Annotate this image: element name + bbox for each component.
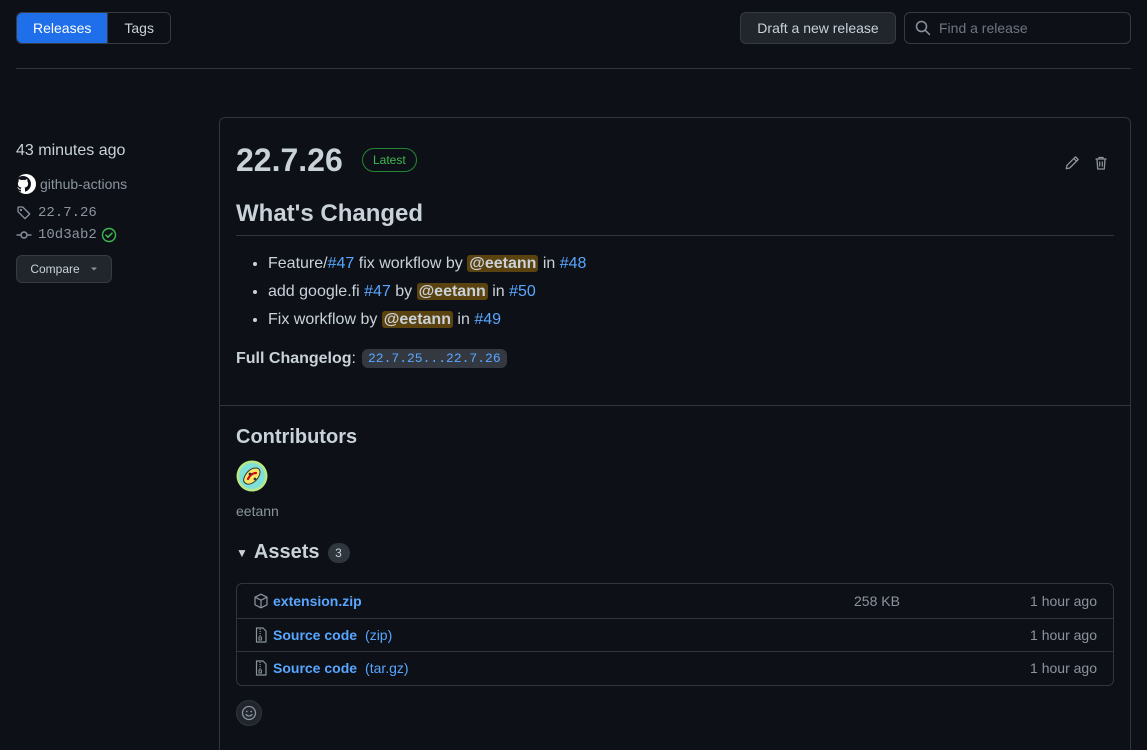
section-divider bbox=[220, 405, 1130, 406]
asset-format[interactable]: (zip) bbox=[365, 627, 392, 643]
full-changelog: Full Changelog: 22.7.25...22.7.26 bbox=[236, 349, 507, 368]
search-icon bbox=[915, 20, 931, 36]
top-divider bbox=[16, 68, 1131, 69]
contributor-name[interactable]: eetann bbox=[236, 503, 279, 519]
commit-sha: 10d3ab2 bbox=[38, 227, 97, 243]
release-title[interactable]: 22.7.26 bbox=[236, 142, 343, 179]
releases-tags-toggle: Releases Tags bbox=[16, 12, 171, 44]
changelog-colon: : bbox=[351, 349, 356, 367]
tab-releases[interactable]: Releases bbox=[17, 13, 108, 43]
asset-row: Source code (zip) 1 hour ago bbox=[237, 617, 1113, 652]
pr-link[interactable]: #48 bbox=[560, 255, 587, 272]
pr-link[interactable]: #50 bbox=[509, 283, 536, 300]
user-mention[interactable]: @eetann bbox=[381, 311, 453, 328]
assets-count-badge: 3 bbox=[327, 542, 350, 563]
asset-time: 1 hour ago bbox=[1030, 592, 1097, 609]
issue-link[interactable]: #47 bbox=[328, 255, 355, 272]
caret-down-icon bbox=[90, 267, 97, 271]
github-logo-icon bbox=[15, 176, 31, 192]
release-meta: 43 minutes ago github-actions 22.7.26 10… bbox=[15, 142, 206, 283]
heading-rule bbox=[236, 235, 1114, 236]
file-zip-icon bbox=[255, 627, 267, 643]
commit-icon bbox=[16, 231, 32, 239]
draft-new-release-button[interactable]: Draft a new release bbox=[740, 12, 896, 44]
assets-toggle[interactable]: ▼ Assets 3 bbox=[236, 541, 350, 564]
issue-link[interactable]: #47 bbox=[364, 283, 391, 300]
search-box[interactable] bbox=[904, 12, 1131, 44]
list-item: add google.fi #47 by @eetann in #50 bbox=[268, 281, 586, 309]
verified-check-icon bbox=[101, 227, 117, 243]
tag-name: 22.7.26 bbox=[38, 205, 97, 221]
tab-tags[interactable]: Tags bbox=[107, 13, 170, 43]
list-item: Feature/#47 fix workflow by @eetann in #… bbox=[268, 253, 586, 281]
asset-link[interactable]: Source code bbox=[273, 627, 357, 643]
release-author[interactable]: github-actions bbox=[15, 174, 206, 194]
release-tag[interactable]: 22.7.26 bbox=[16, 205, 206, 221]
pencil-icon[interactable] bbox=[1064, 155, 1080, 171]
add-reaction-button[interactable] bbox=[236, 700, 262, 726]
list-item: Fix workflow by @eetann in #49 bbox=[268, 309, 586, 337]
triangle-down-icon: ▼ bbox=[236, 545, 248, 560]
asset-row: Source code (tar.gz) 1 hour ago bbox=[237, 651, 1113, 685]
tag-icon bbox=[17, 206, 31, 220]
assets-heading: Assets bbox=[253, 541, 320, 563]
asset-time: 1 hour ago bbox=[1030, 660, 1097, 677]
release-card: 22.7.26 Latest What's Changed Feature/#4… bbox=[219, 117, 1131, 750]
asset-format[interactable]: (tar.gz) bbox=[365, 660, 409, 676]
asset-size: 258 KB bbox=[854, 592, 900, 609]
release-commit[interactable]: 10d3ab2 bbox=[16, 227, 206, 243]
changelog-compare-link[interactable]: 22.7.25...22.7.26 bbox=[362, 349, 507, 368]
whats-changed-heading: What's Changed bbox=[236, 200, 424, 227]
author-name: github-actions bbox=[40, 176, 128, 192]
user-mention[interactable]: @eetann bbox=[416, 283, 488, 300]
package-icon bbox=[254, 593, 268, 609]
asset-link[interactable]: Source code bbox=[273, 660, 357, 676]
pr-link[interactable]: #49 bbox=[474, 311, 501, 328]
latest-badge: Latest bbox=[362, 148, 417, 172]
compare-label: Compare bbox=[30, 262, 80, 276]
release-time: 43 minutes ago bbox=[16, 142, 126, 159]
contributors-heading: Contributors bbox=[236, 426, 358, 448]
assets-list: extension.zip 258 KB 1 hour ago Source c… bbox=[236, 583, 1114, 686]
asset-time: 1 hour ago bbox=[1030, 626, 1097, 643]
find-release-input[interactable] bbox=[939, 20, 1119, 36]
compare-button[interactable]: Compare bbox=[16, 255, 112, 283]
changelog-label: Full Changelog bbox=[236, 349, 352, 367]
change-list: Feature/#47 fix workflow by @eetann in #… bbox=[268, 253, 586, 337]
trash-icon[interactable] bbox=[1093, 155, 1109, 171]
smiley-icon bbox=[241, 705, 257, 721]
contributor-avatar[interactable] bbox=[236, 460, 268, 492]
file-zip-icon bbox=[255, 660, 267, 676]
asset-link[interactable]: extension.zip bbox=[273, 593, 362, 609]
user-mention[interactable]: @eetann bbox=[467, 255, 539, 272]
asset-row: extension.zip 258 KB 1 hour ago bbox=[237, 584, 1113, 618]
github-actions-avatar bbox=[15, 174, 36, 194]
